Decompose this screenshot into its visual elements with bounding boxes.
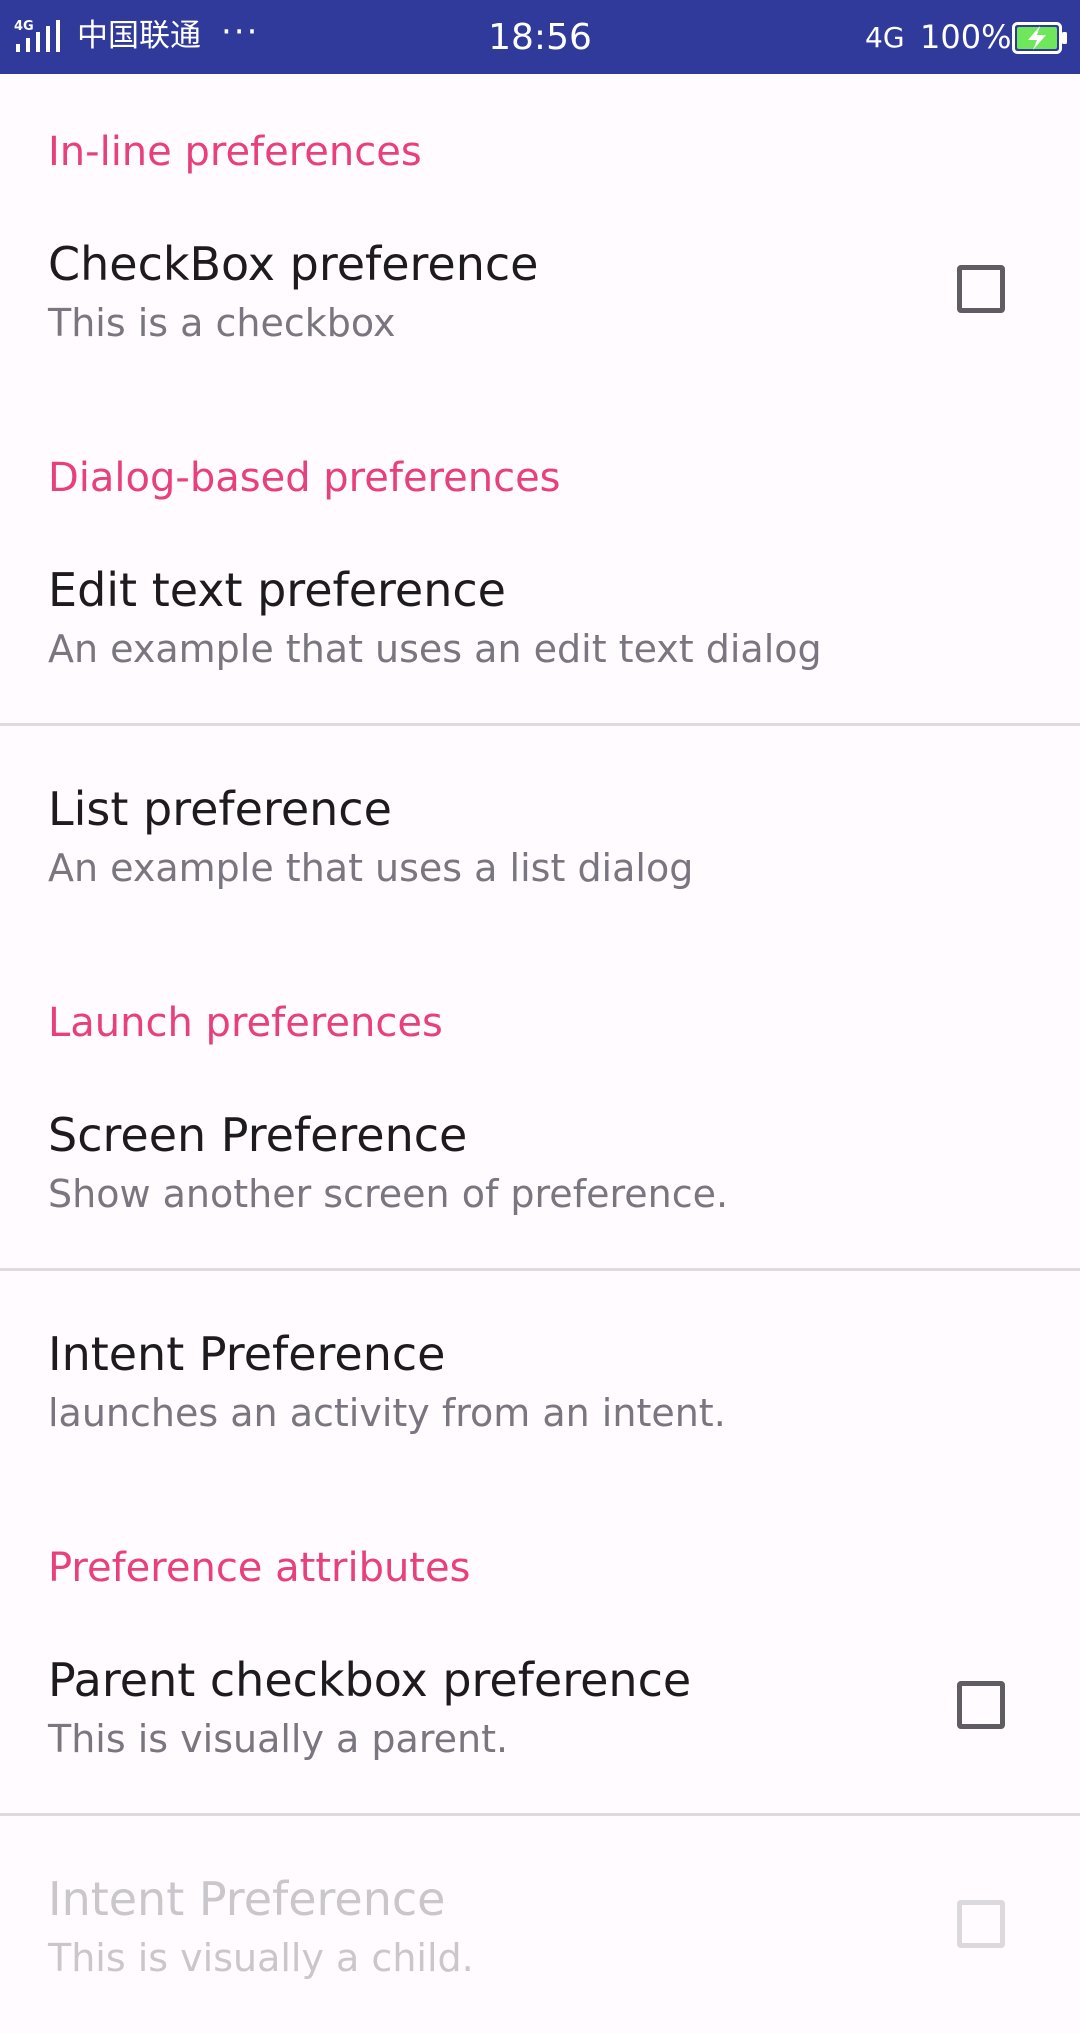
battery-charging-icon	[1012, 22, 1067, 54]
screen-preference-row[interactable]: Screen Preference Show another screen of…	[0, 1093, 1080, 1269]
child-checkbox-preference-row: Intent Preference This is visually a chi…	[0, 1857, 1080, 2033]
pref-summary: Show another screen of preference.	[48, 1172, 729, 1216]
divider	[0, 1813, 1080, 1816]
pref-summary: This is visually a parent.	[48, 1717, 509, 1761]
battery-percent: 100%	[920, 18, 1012, 56]
edit-text-preference-row[interactable]: Edit text preference An example that use…	[0, 548, 1080, 724]
checkbox[interactable]	[957, 265, 1005, 313]
clock: 18:56	[488, 17, 592, 58]
pref-title: Intent Preference	[48, 1872, 446, 1926]
pref-summary: An example that uses a list dialog	[48, 846, 694, 890]
checkbox[interactable]	[957, 1681, 1005, 1729]
intent-preference-row[interactable]: Intent Preference launches an activity f…	[0, 1312, 1080, 1488]
list-preference-row[interactable]: List preference An example that uses a l…	[0, 767, 1080, 943]
network-type: 4G	[865, 21, 905, 54]
pref-summary: launches an activity from an intent.	[48, 1391, 726, 1435]
checkbox	[957, 1900, 1005, 1948]
pref-title: Parent checkbox preference	[48, 1653, 692, 1707]
divider	[0, 1268, 1080, 1271]
pref-title: Edit text preference	[48, 563, 506, 617]
category-dialog-preferences: Dialog-based preferences	[48, 455, 561, 501]
pref-title: Intent Preference	[48, 1327, 446, 1381]
pref-summary: This is a checkbox	[48, 301, 396, 345]
pref-title: CheckBox preference	[48, 237, 539, 291]
category-preference-attributes: Preference attributes	[48, 1545, 471, 1591]
pref-summary: An example that uses an edit text dialog	[48, 627, 822, 671]
pref-summary: This is visually a child.	[48, 1936, 474, 1980]
category-launch-preferences: Launch preferences	[48, 1000, 443, 1046]
category-inline-preferences: In-line preferences	[48, 129, 422, 175]
divider	[0, 723, 1080, 726]
pref-title: List preference	[48, 782, 392, 836]
pref-title: Screen Preference	[48, 1108, 468, 1162]
status-bar: 4G 中国联通 ··· 18:56 4G 100%	[0, 0, 1080, 74]
parent-checkbox-preference-row[interactable]: Parent checkbox preference This is visua…	[0, 1638, 1080, 1814]
checkbox-preference-row[interactable]: CheckBox preference This is a checkbox	[0, 222, 1080, 362]
